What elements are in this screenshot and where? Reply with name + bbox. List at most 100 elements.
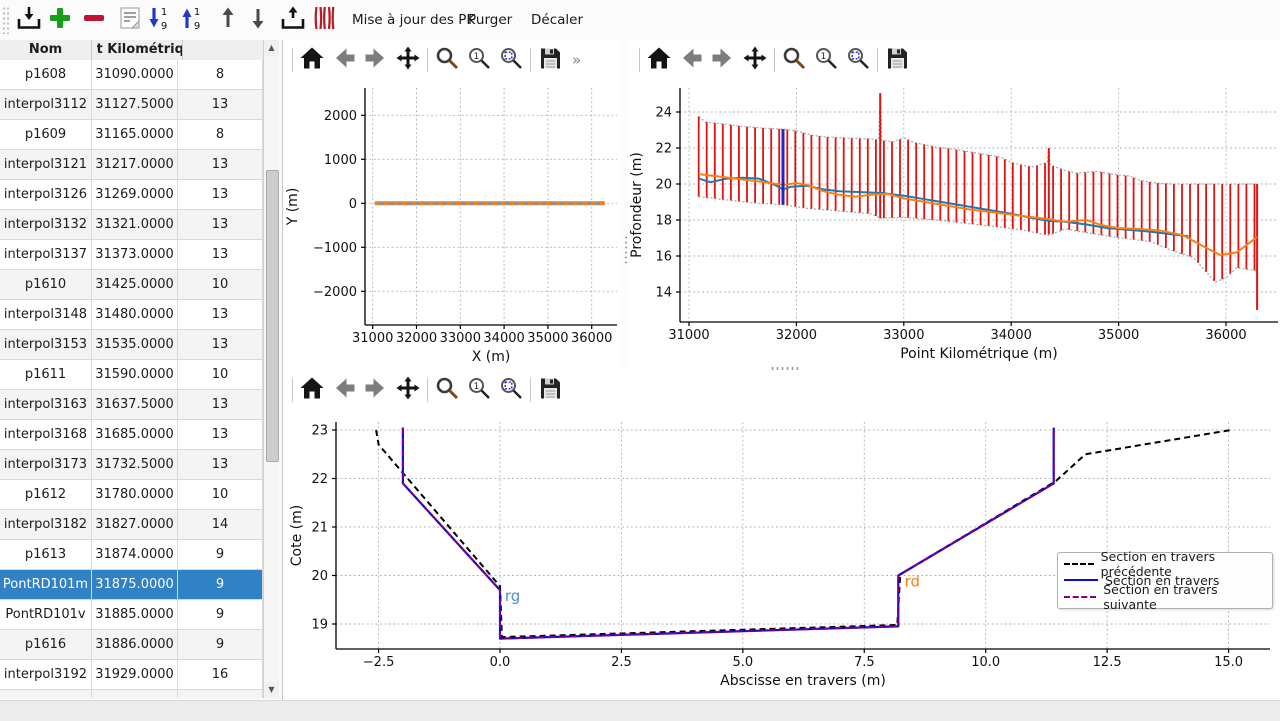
home-icon	[299, 45, 325, 75]
cell-points: 13	[178, 180, 263, 210]
toolbar-overflow-button[interactable]: »	[566, 51, 587, 69]
menu-item-mise-a-jour-pk[interactable]: Mise à jour des PK	[348, 0, 479, 40]
sort-ascending-button[interactable]: 19	[177, 5, 207, 35]
back-icon	[678, 45, 704, 75]
move-down-button[interactable]	[243, 5, 273, 35]
cell-nom: p1616	[0, 630, 92, 660]
form-button[interactable]	[115, 5, 145, 35]
sort-descending-icon: 19	[145, 4, 173, 36]
svg-text:9: 9	[194, 21, 200, 32]
vertical-splitter[interactable]	[622, 40, 630, 370]
table-row-PontRD101m[interactable]: PontRD101m31875.00009	[0, 570, 263, 600]
sections-button[interactable]	[310, 5, 340, 35]
home-button[interactable]	[296, 44, 328, 76]
status-bar	[0, 700, 1280, 721]
toolbar-grip[interactable]	[2, 6, 10, 34]
table-row-interpol3182[interactable]: interpol318231827.000014	[0, 510, 263, 540]
zoom-rect-button[interactable]	[495, 44, 527, 76]
scroll-down-button[interactable]: ▼	[264, 682, 279, 698]
back-button[interactable]	[328, 374, 360, 406]
pan-button[interactable]	[392, 374, 424, 406]
save-button[interactable]	[881, 44, 913, 76]
profile-chart[interactable]: 3100032000330003400035000360002422201816…	[630, 80, 1280, 370]
zoom-button[interactable]	[431, 44, 463, 76]
forward-icon	[363, 45, 389, 75]
menu-item-purger[interactable]: Purger	[464, 0, 516, 40]
table-row-empty[interactable]	[0, 690, 263, 698]
forward-button[interactable]	[360, 44, 392, 76]
svg-text:Point Kilométrique (m): Point Kilométrique (m)	[900, 346, 1058, 362]
table-row-p1608[interactable]: p160831090.00008	[0, 60, 263, 90]
home-button[interactable]	[296, 374, 328, 406]
zoom-one-button[interactable]: 1	[463, 374, 495, 406]
back-button[interactable]	[328, 44, 360, 76]
svg-text:0.0: 0.0	[490, 655, 511, 670]
table-row-interpol3163[interactable]: interpol316331637.500013	[0, 390, 263, 420]
table-row-p1609[interactable]: p160931165.00008	[0, 120, 263, 150]
trace-chart[interactable]: 310003200033000340003500036000200010000−…	[283, 80, 622, 370]
svg-text:9: 9	[161, 21, 167, 32]
zoom-one-button[interactable]: 1	[463, 44, 495, 76]
table-row-p1613[interactable]: p161331874.00009	[0, 540, 263, 570]
table-row-interpol3148[interactable]: interpol314831480.000013	[0, 300, 263, 330]
section-nav-toolbar: 1	[283, 370, 566, 410]
svg-text:23: 23	[311, 424, 328, 439]
zoom-button[interactable]	[778, 44, 810, 76]
table-row-interpol3137[interactable]: interpol313731373.000013	[0, 240, 263, 270]
table-row-p1616[interactable]: p161631886.00009	[0, 630, 263, 660]
svg-text:1: 1	[474, 52, 480, 62]
table-row-p1610[interactable]: p161031425.000010	[0, 270, 263, 300]
table-row-p1612[interactable]: p161231780.000010	[0, 480, 263, 510]
add-button[interactable]	[45, 5, 75, 35]
cell-points: 16	[178, 660, 263, 690]
column-header-point-kilometrique[interactable]: t Kilométriqu	[97, 40, 183, 60]
home-button[interactable]	[643, 44, 675, 76]
cell-pk: 31373.0000	[92, 240, 178, 270]
main-toolbar: 1919 Mise à jour des PK Purger Décaler	[0, 0, 1280, 41]
table-row-interpol3112[interactable]: interpol311231127.500013	[0, 90, 263, 120]
cell-points: 14	[178, 510, 263, 540]
cell-nom: interpol3137	[0, 240, 92, 270]
back-button[interactable]	[675, 44, 707, 76]
export-button[interactable]	[278, 5, 308, 35]
cell-pk: 31827.0000	[92, 510, 178, 540]
zoom-one-button[interactable]: 1	[810, 44, 842, 76]
table-row-interpol3121[interactable]: interpol312131217.000013	[0, 150, 263, 180]
save-button[interactable]	[534, 44, 566, 76]
sort-descending-button[interactable]: 19	[144, 5, 174, 35]
menu-item-decaler[interactable]: Décaler	[527, 0, 587, 40]
table-row-interpol3153[interactable]: interpol315331535.000013	[0, 330, 263, 360]
table-row-interpol3192[interactable]: interpol319231929.000016	[0, 660, 263, 690]
save-button[interactable]	[534, 374, 566, 406]
move-up-button[interactable]	[213, 5, 243, 35]
forward-button[interactable]	[707, 44, 739, 76]
svg-text:Cote (m): Cote (m)	[289, 505, 305, 566]
table-scrollbar[interactable]: ▲ ▼	[263, 40, 279, 698]
cell-nom: p1613	[0, 540, 92, 570]
horizontal-splitter[interactable]	[770, 367, 800, 370]
cell-nom: interpol3173	[0, 450, 92, 480]
table-row-interpol3126[interactable]: interpol312631269.000013	[0, 180, 263, 210]
scrollbar-thumb[interactable]	[266, 170, 279, 462]
table-row-p1611[interactable]: p161131590.000010	[0, 360, 263, 390]
import-button[interactable]	[14, 5, 44, 35]
table-row-interpol3168[interactable]: interpol316831685.000013	[0, 420, 263, 450]
zoom-button[interactable]	[431, 374, 463, 406]
forward-button[interactable]	[360, 374, 392, 406]
pan-button[interactable]	[392, 44, 424, 76]
table-header[interactable]: Nom t Kilométriqu Points	[0, 40, 263, 61]
cell-nom: interpol3168	[0, 420, 92, 450]
zoom-rect-button[interactable]	[495, 374, 527, 406]
remove-button[interactable]	[79, 5, 109, 35]
zoom-rect-button[interactable]	[842, 44, 874, 76]
scroll-up-button[interactable]: ▲	[264, 40, 279, 56]
pan-button[interactable]	[739, 44, 771, 76]
cell-pk	[92, 690, 178, 698]
svg-text:22: 22	[311, 472, 328, 487]
table-row-interpol3173[interactable]: interpol317331732.500013	[0, 450, 263, 480]
table-row-PontRD101v[interactable]: PontRD101v31885.00009	[0, 600, 263, 630]
cell-pk: 31480.0000	[92, 300, 178, 330]
column-header-nom[interactable]: Nom	[0, 40, 92, 60]
table-row-interpol3132[interactable]: interpol313231321.000013	[0, 210, 263, 240]
cell-nom: interpol3126	[0, 180, 92, 210]
